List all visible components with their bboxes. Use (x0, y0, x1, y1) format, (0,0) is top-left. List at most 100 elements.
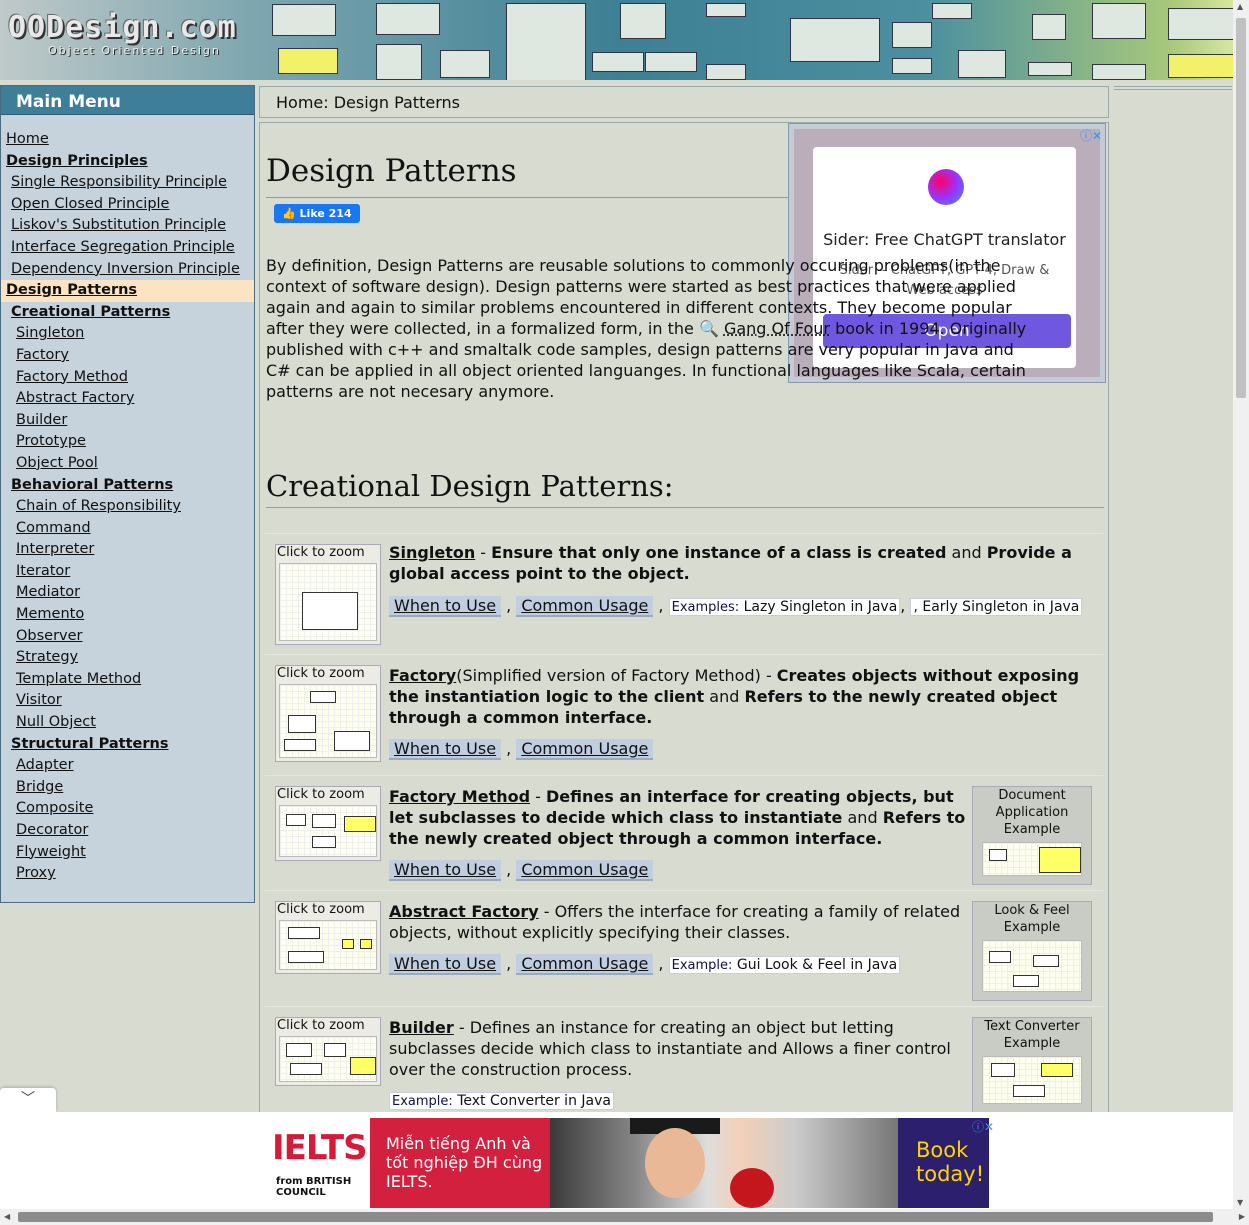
menu-item-abstract-factory[interactable]: Abstract Factory (1, 388, 254, 410)
menu-item-behavioral-patterns[interactable]: Behavioral Patterns (1, 475, 254, 497)
scroll-left-icon[interactable]: ◀ (4, 1212, 10, 1221)
diagram-class-box (1013, 975, 1039, 987)
menu-item-command[interactable]: Command (1, 518, 254, 540)
builder-link[interactable]: Builder (389, 1018, 454, 1037)
abstract-factory-link[interactable]: Abstract Factory (389, 902, 539, 921)
d0: (Simplified version of Factory Method) - (456, 666, 777, 685)
horizontal-scrollbar[interactable]: ◀ ▶ (0, 1209, 1249, 1225)
facebook-like-button[interactable]: 👍 Like 214 (274, 204, 360, 223)
menu-item-decorator[interactable]: Decorator (1, 820, 254, 842)
factory-link[interactable]: Factory (389, 666, 456, 685)
menu-item-structural-patterns[interactable]: Structural Patterns (1, 734, 254, 756)
example-label: Example: (671, 958, 733, 973)
menu-item-flyweight[interactable]: Flyweight (1, 842, 254, 864)
sep: - (475, 543, 492, 562)
menu-item-prototype[interactable]: Prototype (1, 431, 254, 453)
examples-label: Examples: (671, 600, 740, 615)
menu-item-singleton[interactable]: Singleton (1, 323, 254, 345)
horizontal-scroll-thumb[interactable] (18, 1212, 1213, 1222)
example-box: Example: Gui Look & Feel in Java (668, 956, 901, 974)
menu-item-open-closed-principle[interactable]: Open Closed Principle (1, 194, 254, 216)
collapse-ad-button[interactable]: ﹀ (0, 1088, 56, 1112)
header-uml-box (620, 3, 666, 39)
menu-item-null-object[interactable]: Null Object (1, 712, 254, 734)
common-usage-link[interactable]: Common Usage (516, 954, 654, 975)
ad-close-icon[interactable]: ⓘ✕ (972, 1118, 994, 1135)
look-feel-example[interactable]: Look & Feel Example (972, 901, 1092, 1001)
scroll-up-icon[interactable]: ▲ (1237, 2, 1243, 11)
menu-item-object-pool[interactable]: Object Pool (1, 453, 254, 475)
example-label: Document Application Example (995, 788, 1069, 837)
menu-item-iterator[interactable]: Iterator (1, 561, 254, 583)
scroll-right-icon[interactable]: ▶ (1239, 1212, 1245, 1221)
menu-item-observer[interactable]: Observer (1, 626, 254, 648)
gang-of-four-link[interactable]: Gang Of Four (724, 319, 830, 338)
menu-item-builder[interactable]: Builder (1, 410, 254, 432)
builder-description: Builder - Defines an instance for creati… (389, 1017, 969, 1080)
scroll-down-icon[interactable]: ▼ (1237, 1198, 1243, 1207)
when-to-use-link[interactable]: When to Use (389, 954, 502, 975)
abstract-factory-thumbnail[interactable]: Click to zoom (275, 901, 381, 974)
ad-close-icon[interactable]: ⓘ✕ (1080, 127, 1102, 144)
menu-item-visitor[interactable]: Visitor (1, 690, 254, 712)
cta-label: Book today! (916, 1138, 985, 1186)
factory-method-link[interactable]: Factory Method (389, 787, 530, 806)
factory-thumbnail[interactable]: Click to zoom (275, 665, 381, 762)
menu-item-adapter[interactable]: Adapter (1, 755, 254, 777)
common-usage-link[interactable]: Common Usage (516, 860, 654, 881)
common-usage-link[interactable]: Common Usage (516, 739, 654, 760)
bottom-banner-ad[interactable]: IELTS from BRITISH COUNCIL Miễn tiếng An… (0, 1112, 1233, 1209)
factory-method-thumbnail[interactable]: Click to zoom (275, 786, 381, 861)
header-uml-box (592, 52, 644, 72)
header-uml-box (376, 44, 422, 80)
diagram-note (360, 939, 372, 949)
gui-look-feel-link[interactable]: Gui Look & Feel in Java (737, 957, 897, 973)
menu-item-dependency-inversion-principle[interactable]: Dependency Inversion Principle (1, 259, 254, 281)
menu-item-design-patterns[interactable]: Design Patterns (1, 280, 254, 302)
menu-item-chain-of-responsibility[interactable]: Chain of Responsibility (1, 496, 254, 518)
sep: - (530, 787, 547, 806)
site-logo[interactable]: OODesign.com (8, 10, 237, 45)
text-converter-example[interactable]: Text Converter Example (972, 1017, 1092, 1113)
singleton-link[interactable]: Singleton (389, 543, 475, 562)
menu-item-mediator[interactable]: Mediator (1, 582, 254, 604)
menu-item-factory-method[interactable]: Factory Method (1, 367, 254, 389)
menu-item-single-responsibility-principle[interactable]: Single Responsibility Principle (1, 172, 254, 194)
menu-item-interpreter[interactable]: Interpreter (1, 539, 254, 561)
diagram-class-box (312, 814, 336, 828)
vertical-scrollbar[interactable]: ▲ ▼ (1233, 0, 1249, 1209)
menu-item-liskov-s-substitution-principle[interactable]: Liskov's Substitution Principle (1, 215, 254, 237)
header-uml-note (278, 48, 338, 74)
when-to-use-link[interactable]: When to Use (389, 596, 502, 617)
singleton-thumbnail[interactable]: Click to zoom (275, 544, 381, 645)
menu-item-memento[interactable]: Memento (1, 604, 254, 626)
british-council-label: from BRITISH COUNCIL (276, 1176, 352, 1198)
early-singleton-link[interactable]: Early Singleton in Java (922, 599, 1079, 615)
vertical-scroll-thumb[interactable] (1236, 18, 1246, 398)
builder-thumbnail[interactable]: Click to zoom (275, 1017, 381, 1086)
when-to-use-link[interactable]: When to Use (389, 739, 502, 760)
menu-item-design-principles[interactable]: Design Principles (1, 151, 254, 173)
menu-item-home[interactable]: Home (1, 129, 254, 151)
ielts-message-panel: Miễn tiếng Anh và tốt nghiệp ĐH cùng IEL… (370, 1118, 550, 1208)
factory-diagram-image (279, 684, 377, 758)
menu-item-creational-patterns[interactable]: Creational Patterns (1, 302, 254, 324)
example-box: , Early Singleton in Java (910, 598, 1083, 616)
menu-item-strategy[interactable]: Strategy (1, 647, 254, 669)
menu-item-bridge[interactable]: Bridge (1, 777, 254, 799)
header-uml-box (706, 64, 746, 80)
text-converter-link[interactable]: Text Converter in Java (457, 1093, 611, 1109)
common-usage-link[interactable]: Common Usage (516, 596, 654, 617)
document-application-example[interactable]: Document Application Example (972, 786, 1092, 885)
menu-item-interface-segregation-principle[interactable]: Interface Segregation Principle (1, 237, 254, 259)
lazy-singleton-link[interactable]: Lazy Singleton in Java (744, 599, 898, 615)
ad-title: Sider: Free ChatGPT translator (823, 230, 1066, 249)
menu-item-composite[interactable]: Composite (1, 798, 254, 820)
menu-item-factory[interactable]: Factory (1, 345, 254, 367)
menu-item-proxy[interactable]: Proxy (1, 863, 254, 885)
breadcrumb-link[interactable]: Home: Design Patterns (276, 93, 460, 112)
menu-item-template-method[interactable]: Template Method (1, 669, 254, 691)
main-content: Design Patterns 👍 Like 214 Sider: Free C… (259, 122, 1109, 1124)
when-to-use-link[interactable]: When to Use (389, 860, 502, 881)
header-uml-box (1028, 62, 1072, 76)
